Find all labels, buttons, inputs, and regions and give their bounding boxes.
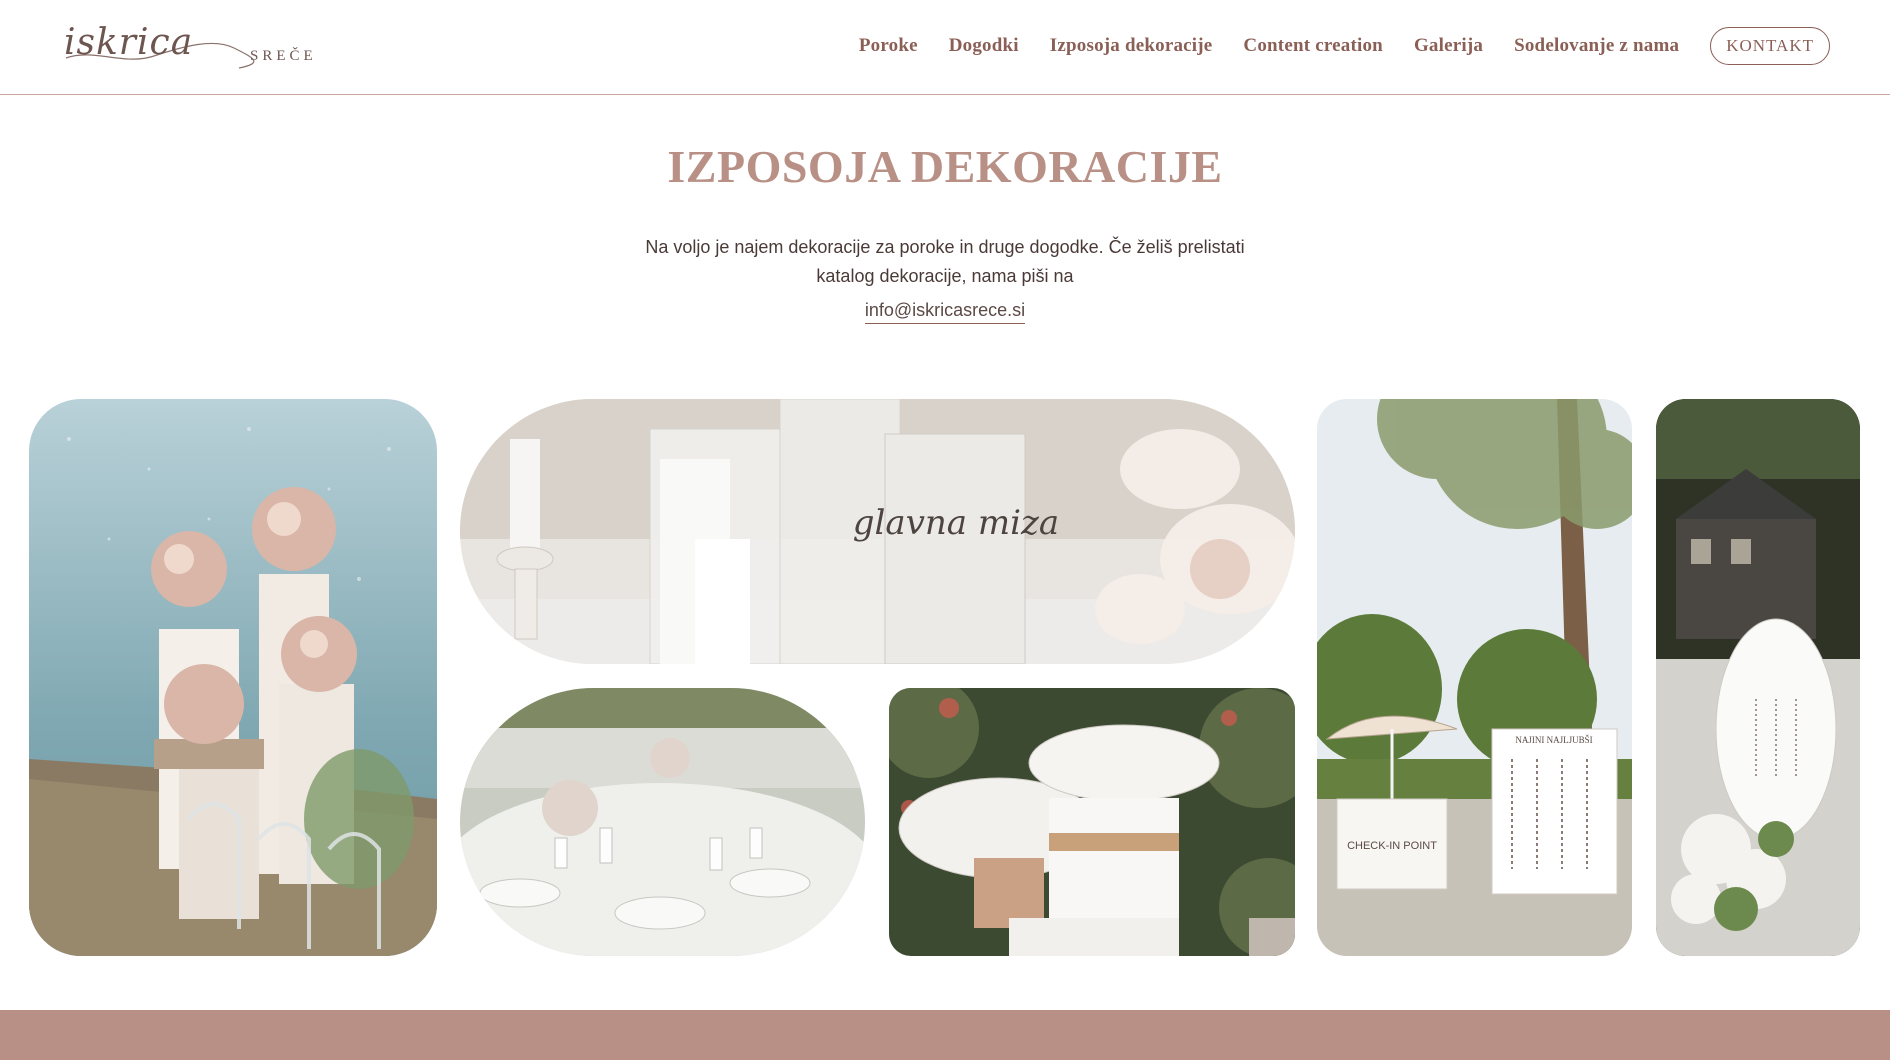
description-line-2: katalog dekoracije, nama piši na	[816, 266, 1074, 286]
round-table-setting-image	[460, 688, 865, 956]
gallery-image-seating-sign[interactable]	[1656, 399, 1860, 956]
nav-item-galerija[interactable]: Galerija	[1414, 35, 1483, 57]
tile5-cart-text: CHECK-IN POINT	[1347, 840, 1437, 852]
check-in-point-image: CHECK-IN POINT NAJINI NAJLJUBŠI	[1317, 399, 1632, 956]
email-link[interactable]: info@iskricasrece.si	[864, 300, 1026, 324]
main-table-candles-image: glavna miza	[460, 399, 1295, 664]
page-title: IZPOSOJA DEKORACIJE	[667, 141, 1223, 192]
gallery-image-round-table-setting[interactable]	[460, 688, 865, 956]
description-line-1: Na voljo je najem dekoracije za poroke i…	[645, 237, 1245, 257]
tile5-sign-title: NAJINI NAJLJUBŠI	[1515, 735, 1592, 745]
site-header: iskrica SREČE Poroke Dogodki Izposoja de…	[0, 0, 1890, 95]
nav-item-dogodki[interactable]: Dogodki	[949, 35, 1019, 57]
nav-item-poroke[interactable]: Poroke	[859, 35, 918, 57]
paper-parasols-image	[889, 688, 1295, 956]
brand-logo[interactable]: iskrica SREČE	[64, 18, 324, 73]
logo-script-text: iskrica	[64, 22, 194, 63]
gallery-image-check-in-point[interactable]: CHECK-IN POINT NAJINI NAJLJUBŠI	[1317, 399, 1632, 956]
site-footer	[0, 1010, 1890, 1060]
email-wrapper: info@iskricasrece.si	[0, 300, 1890, 324]
nav-item-content-creation[interactable]: Content creation	[1243, 35, 1383, 57]
page-description: Na voljo je najem dekoracije za poroke i…	[0, 233, 1890, 291]
gallery-image-main-table-candles[interactable]: glavna miza	[460, 399, 1295, 664]
nav-item-izposoja-dekoracije[interactable]: Izposoja dekoracije	[1050, 35, 1213, 57]
nav-item-sodelovanje[interactable]: Sodelovanje z nama	[1514, 35, 1679, 57]
seating-sign-image	[1656, 399, 1860, 956]
lakeside-decor-image	[29, 399, 437, 956]
main-nav: Poroke Dogodki Izposoja dekoracije Conte…	[859, 27, 1830, 65]
gallery-image-lakeside-decor[interactable]	[29, 399, 437, 956]
contact-button[interactable]: KONTAKT	[1710, 27, 1830, 65]
logo-sub-text: SREČE	[250, 48, 317, 64]
gallery-image-paper-parasols[interactable]	[889, 688, 1295, 956]
tile2-sign-text: glavna miza	[853, 503, 1059, 543]
